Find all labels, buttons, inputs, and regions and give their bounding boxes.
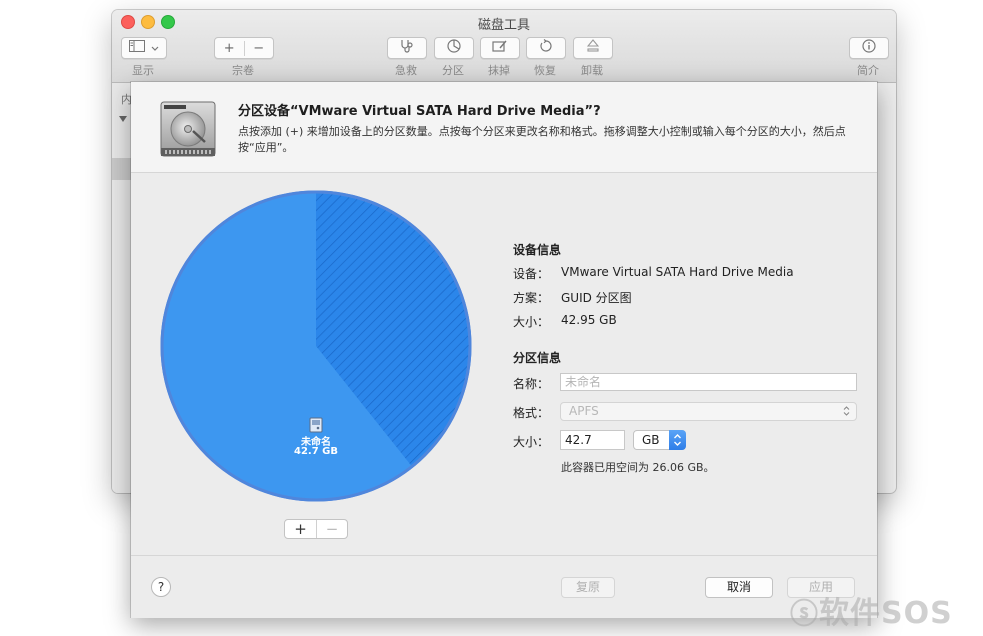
- partition-name-field[interactable]: [560, 373, 857, 391]
- add-volume-icon[interactable]: +: [215, 40, 245, 56]
- stethoscope-icon: [399, 39, 415, 57]
- device-size-label: 大小：: [513, 315, 550, 329]
- view-label: 显示: [132, 64, 154, 77]
- restore-button[interactable]: [526, 37, 566, 59]
- size-unit-popup[interactable]: GB: [633, 430, 686, 450]
- erase-label: 抹掉: [488, 64, 510, 77]
- restore-icon: [539, 39, 553, 57]
- restore-label: 恢复: [534, 64, 556, 77]
- sidebar-selected-row[interactable]: [112, 158, 132, 180]
- partition-label: 分区: [442, 64, 464, 77]
- pie-partition-size: 42.7 GB: [294, 446, 338, 457]
- partition-size-field[interactable]: [560, 430, 625, 450]
- chevron-down-icon: [151, 41, 159, 56]
- first-aid-label: 急救: [395, 64, 417, 77]
- device-size-value: 42.95 GB: [561, 313, 617, 327]
- erase-icon: [492, 39, 508, 57]
- info-label: 简介: [857, 64, 879, 77]
- cancel-button[interactable]: 取消: [705, 577, 773, 598]
- scheme-value: GUID 分区图: [561, 291, 632, 305]
- updown-arrows-icon: [669, 430, 686, 450]
- partition-button[interactable]: [434, 37, 474, 59]
- format-select[interactable]: APFS: [560, 402, 857, 421]
- remove-volume-icon[interactable]: −: [245, 41, 274, 56]
- hard-drive-icon: [158, 98, 218, 163]
- watermark-logo-icon: ⓢ: [790, 597, 820, 630]
- sidebar-icon: [129, 40, 145, 56]
- window-title: 磁盘工具: [477, 18, 530, 33]
- scheme-label: 方案：: [513, 291, 550, 305]
- device-label: 设备：: [513, 267, 550, 281]
- format-label: 格式：: [513, 406, 550, 420]
- name-label: 名称：: [513, 377, 550, 391]
- partition-sheet: 分区设备“VMware Virtual SATA Hard Drive Medi…: [131, 82, 877, 618]
- sheet-footer: ? 复原 取消 应用: [131, 555, 877, 618]
- partition-add-remove: + −: [284, 519, 348, 539]
- watermark-text: 软件SOS: [819, 596, 953, 631]
- device-info-heading: 设备信息: [513, 243, 562, 257]
- unmount-button[interactable]: [573, 37, 613, 59]
- add-partition-button[interactable]: +: [285, 520, 317, 538]
- view-button[interactable]: [121, 37, 167, 59]
- eject-icon: [586, 39, 600, 57]
- revert-button[interactable]: 复原: [561, 577, 615, 598]
- updown-chevron-icon: [843, 405, 850, 421]
- sheet-description: 点按添加 (+) 来增加设备上的分区数量。点按每个分区来更改名称和格式。拖移调整…: [238, 125, 846, 154]
- volume-label: 宗卷: [232, 64, 254, 77]
- sheet-title: 分区设备“VMware Virtual SATA Hard Drive Medi…: [238, 104, 601, 119]
- device-value: VMware Virtual SATA Hard Drive Media: [561, 265, 794, 279]
- info-button[interactable]: [849, 37, 889, 59]
- titlebar: 磁盘工具 显示 + − 宗卷 急救 分区 抹掉 恢复 卸载 简介: [112, 10, 896, 83]
- format-value: APFS: [569, 404, 599, 418]
- size-unit-value: GB: [642, 433, 660, 447]
- sheet-header: 分区设备“VMware Virtual SATA Hard Drive Medi…: [131, 82, 877, 173]
- disclosure-triangle-icon[interactable]: [118, 113, 128, 127]
- volume-segmented: + −: [214, 37, 274, 59]
- unmount-label: 卸载: [581, 64, 603, 77]
- first-aid-button[interactable]: [387, 37, 427, 59]
- help-button[interactable]: ?: [151, 577, 171, 597]
- erase-button[interactable]: [480, 37, 520, 59]
- sidebar: 内: [112, 83, 133, 493]
- pie-icon: [447, 39, 461, 57]
- watermark: ⓢ软件SOS: [790, 588, 953, 632]
- partition-size-label: 大小：: [513, 435, 550, 449]
- partition-pie[interactable]: [159, 189, 473, 506]
- container-used-note: 此容器已用空间为 26.06 GB。: [561, 461, 715, 474]
- remove-partition-button[interactable]: −: [317, 520, 347, 538]
- partition-info-heading: 分区信息: [513, 351, 562, 365]
- info-icon: [862, 39, 876, 57]
